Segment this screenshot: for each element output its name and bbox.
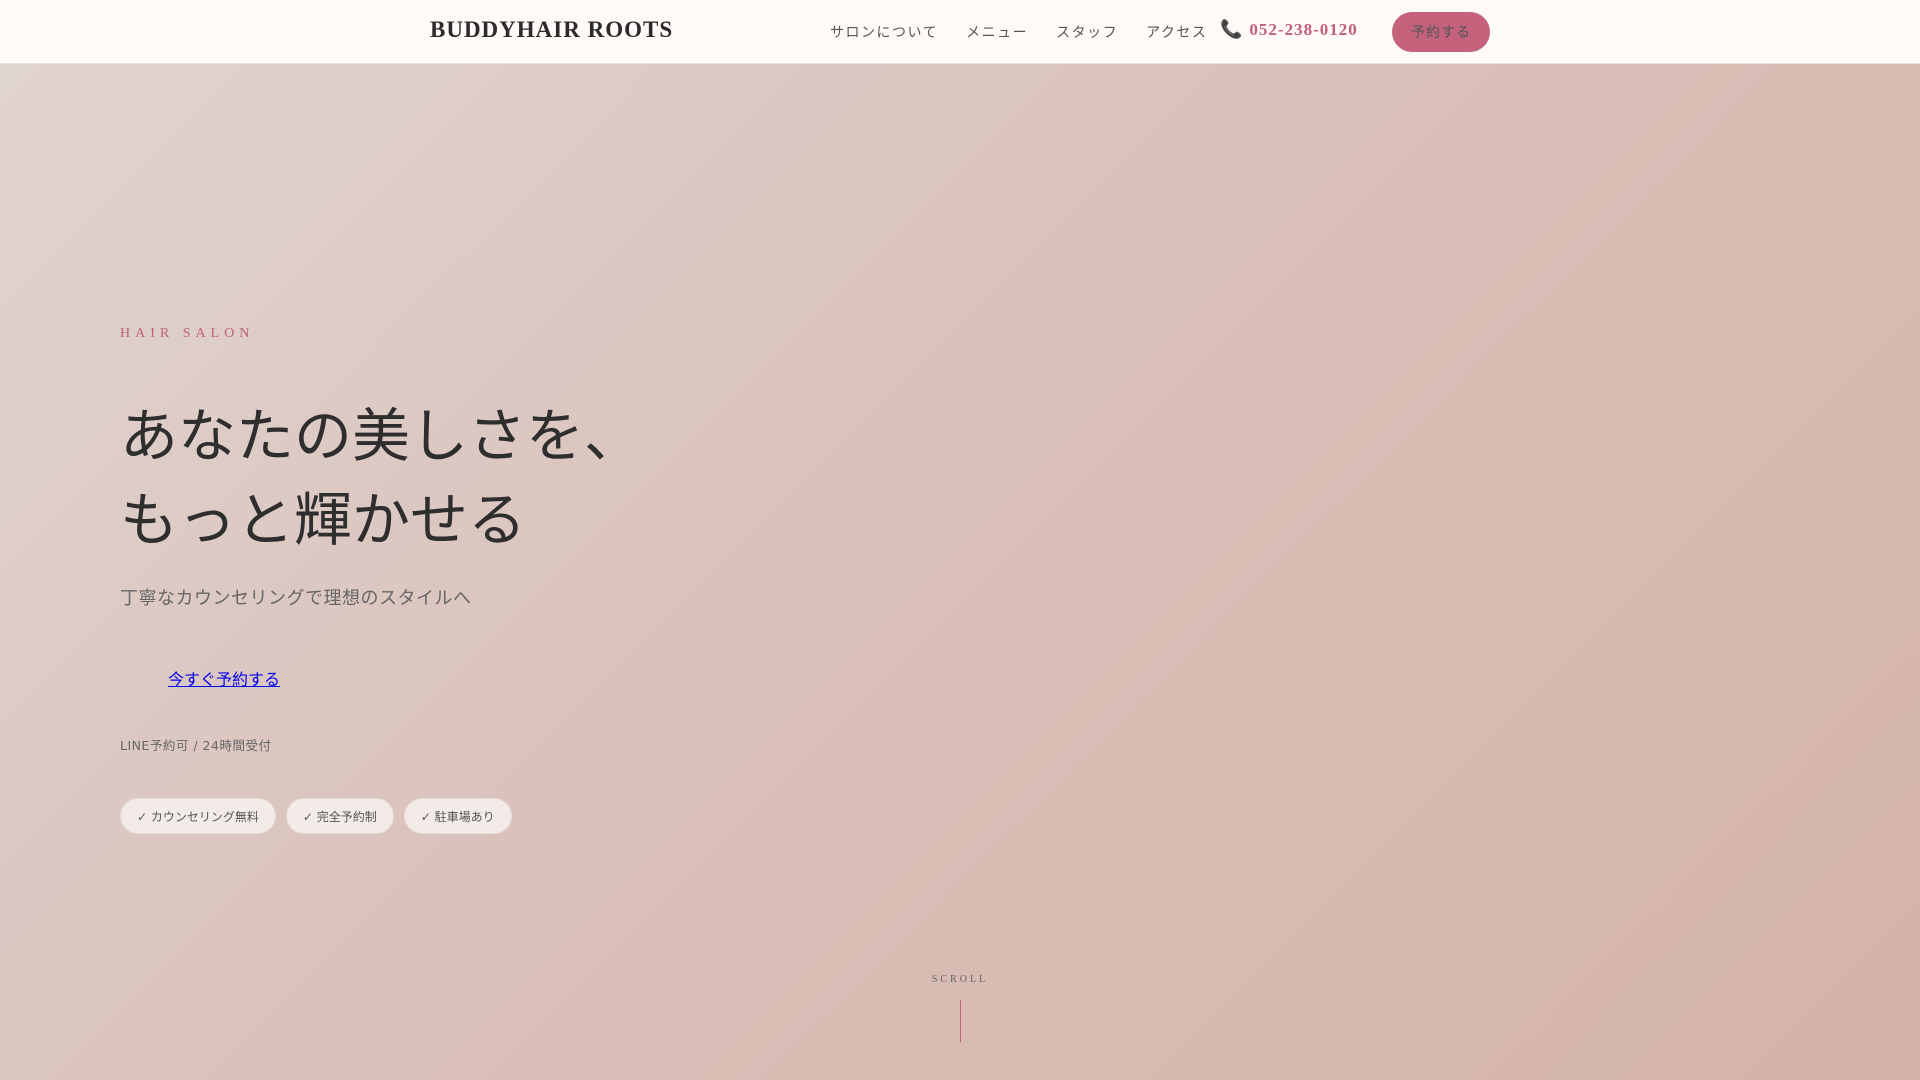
hero-headline: あなたの美しさを、 もっと輝かせる <box>120 394 642 562</box>
headline-line-2: もっと輝かせる <box>120 486 527 554</box>
feature-chips: ✓ カウンセリング無料 ✓ 完全予約制 ✓ 駐車場あり <box>120 798 512 834</box>
site-header: BUDDYHAIR ROOTS サロンについて メニュー スタッフ アクセス 📞… <box>0 0 1920 64</box>
phone-number: 052-238-0120 <box>1249 19 1358 39</box>
nav-about[interactable]: サロンについて <box>830 22 938 42</box>
book-now-link[interactable]: 今すぐ予約する <box>168 666 280 690</box>
phone-link[interactable]: 📞 052-238-0120 <box>1220 19 1358 40</box>
hero-eyebrow: HAIR SALON <box>120 326 255 341</box>
reserve-button[interactable]: 予約する <box>1392 12 1490 52</box>
hero-section: HAIR SALON あなたの美しさを、 もっと輝かせる 丁寧なカウンセリングで… <box>0 64 1920 1080</box>
main-nav: サロンについて メニュー スタッフ アクセス <box>830 22 1207 42</box>
scroll-line <box>960 1000 961 1042</box>
chip-parking: ✓ 駐車場あり <box>403 798 512 834</box>
headline-line-1: あなたの美しさを、 <box>120 402 643 470</box>
phone-icon: 📞 <box>1220 19 1244 39</box>
nav-menu[interactable]: メニュー <box>966 22 1028 42</box>
booking-note: LINE予約可 / 24時間受付 <box>120 738 272 753</box>
hero-subtitle: 丁寧なカウンセリングで理想のスタイルへ <box>120 588 472 609</box>
logo[interactable]: BUDDYHAIR ROOTS <box>430 17 673 43</box>
scroll-indicator-label: SCROLL <box>931 974 989 985</box>
nav-staff[interactable]: スタッフ <box>1056 22 1118 42</box>
chip-reservation-only: ✓ 完全予約制 <box>285 798 394 834</box>
chip-free-counseling: ✓ カウンセリング無料 <box>120 798 276 834</box>
nav-access[interactable]: アクセス <box>1146 22 1207 42</box>
